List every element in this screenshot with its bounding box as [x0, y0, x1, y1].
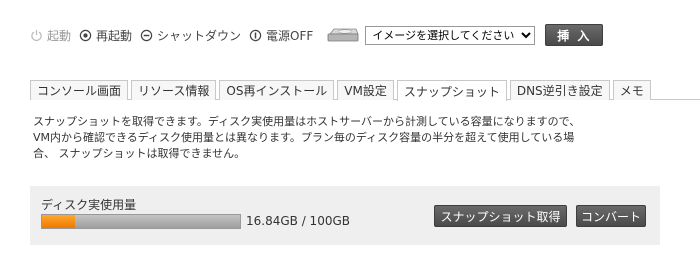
- tab-snapshot[interactable]: スナップショット: [396, 80, 507, 101]
- restart-label: 再起動: [96, 28, 133, 43]
- disk-usage-text: 16.84GB / 100GB: [246, 214, 350, 228]
- description-line-1: スナップショットを取得できます。ディスク実使用量はホストサーバーから計測している…: [33, 115, 581, 128]
- shutdown-label: シャットダウン: [157, 28, 242, 43]
- tab-memo[interactable]: メモ: [612, 80, 651, 100]
- restart-icon: [79, 29, 92, 41]
- disk-usage-label: ディスク実使用量: [41, 198, 137, 212]
- snapshot-description: スナップショットを取得できます。ディスク実使用量はホストサーバーから計測している…: [33, 114, 673, 162]
- tab-resource[interactable]: リソース情報: [131, 80, 217, 100]
- shutdown-button[interactable]: シャットダウン: [140, 27, 241, 44]
- description-line-3: 合、 スナップショットは取得できません。: [33, 147, 246, 160]
- tab-vm-settings[interactable]: VM設定: [337, 80, 394, 100]
- image-select[interactable]: イメージを選択してください: [365, 25, 536, 45]
- poweroff-button[interactable]: 電源OFF: [249, 27, 313, 44]
- take-snapshot-button[interactable]: スナップショット取得: [434, 205, 567, 227]
- disk-usage-panel: ディスク実使用量 16.84GB / 100GB スナップショット取得 コンバー…: [30, 186, 660, 245]
- start-label: 起動: [47, 28, 72, 43]
- convert-button[interactable]: コンバート: [576, 205, 646, 227]
- power-icon: [31, 29, 42, 41]
- start-button[interactable]: 起動: [30, 27, 71, 44]
- disc-drive-icon: [327, 28, 359, 42]
- poweroff-icon: [249, 29, 262, 41]
- shutdown-icon: [140, 29, 153, 41]
- tab-dns-reverse[interactable]: DNS逆引き設定: [509, 80, 610, 100]
- tab-os-reinstall[interactable]: OS再インストール: [219, 80, 335, 100]
- description-line-2: VM内から確認できるディスク使用量とは異なります。プラン毎のディスク容量の半分を…: [33, 131, 575, 144]
- tab-bar: コンソール画面 リソース情報 OS再インストール VM設定 スナップショット D…: [30, 80, 700, 101]
- disk-usage-bar: [41, 214, 241, 229]
- disk-usage-bar-fill: [42, 215, 76, 228]
- vm-toolbar: 起動 再起動 シャットダウン 電源OFF イメージを選択してください 挿 入: [30, 22, 604, 48]
- poweroff-label: 電源OFF: [266, 28, 314, 43]
- restart-button[interactable]: 再起動: [79, 27, 132, 44]
- insert-button[interactable]: 挿 入: [545, 24, 604, 46]
- tab-console[interactable]: コンソール画面: [30, 80, 129, 100]
